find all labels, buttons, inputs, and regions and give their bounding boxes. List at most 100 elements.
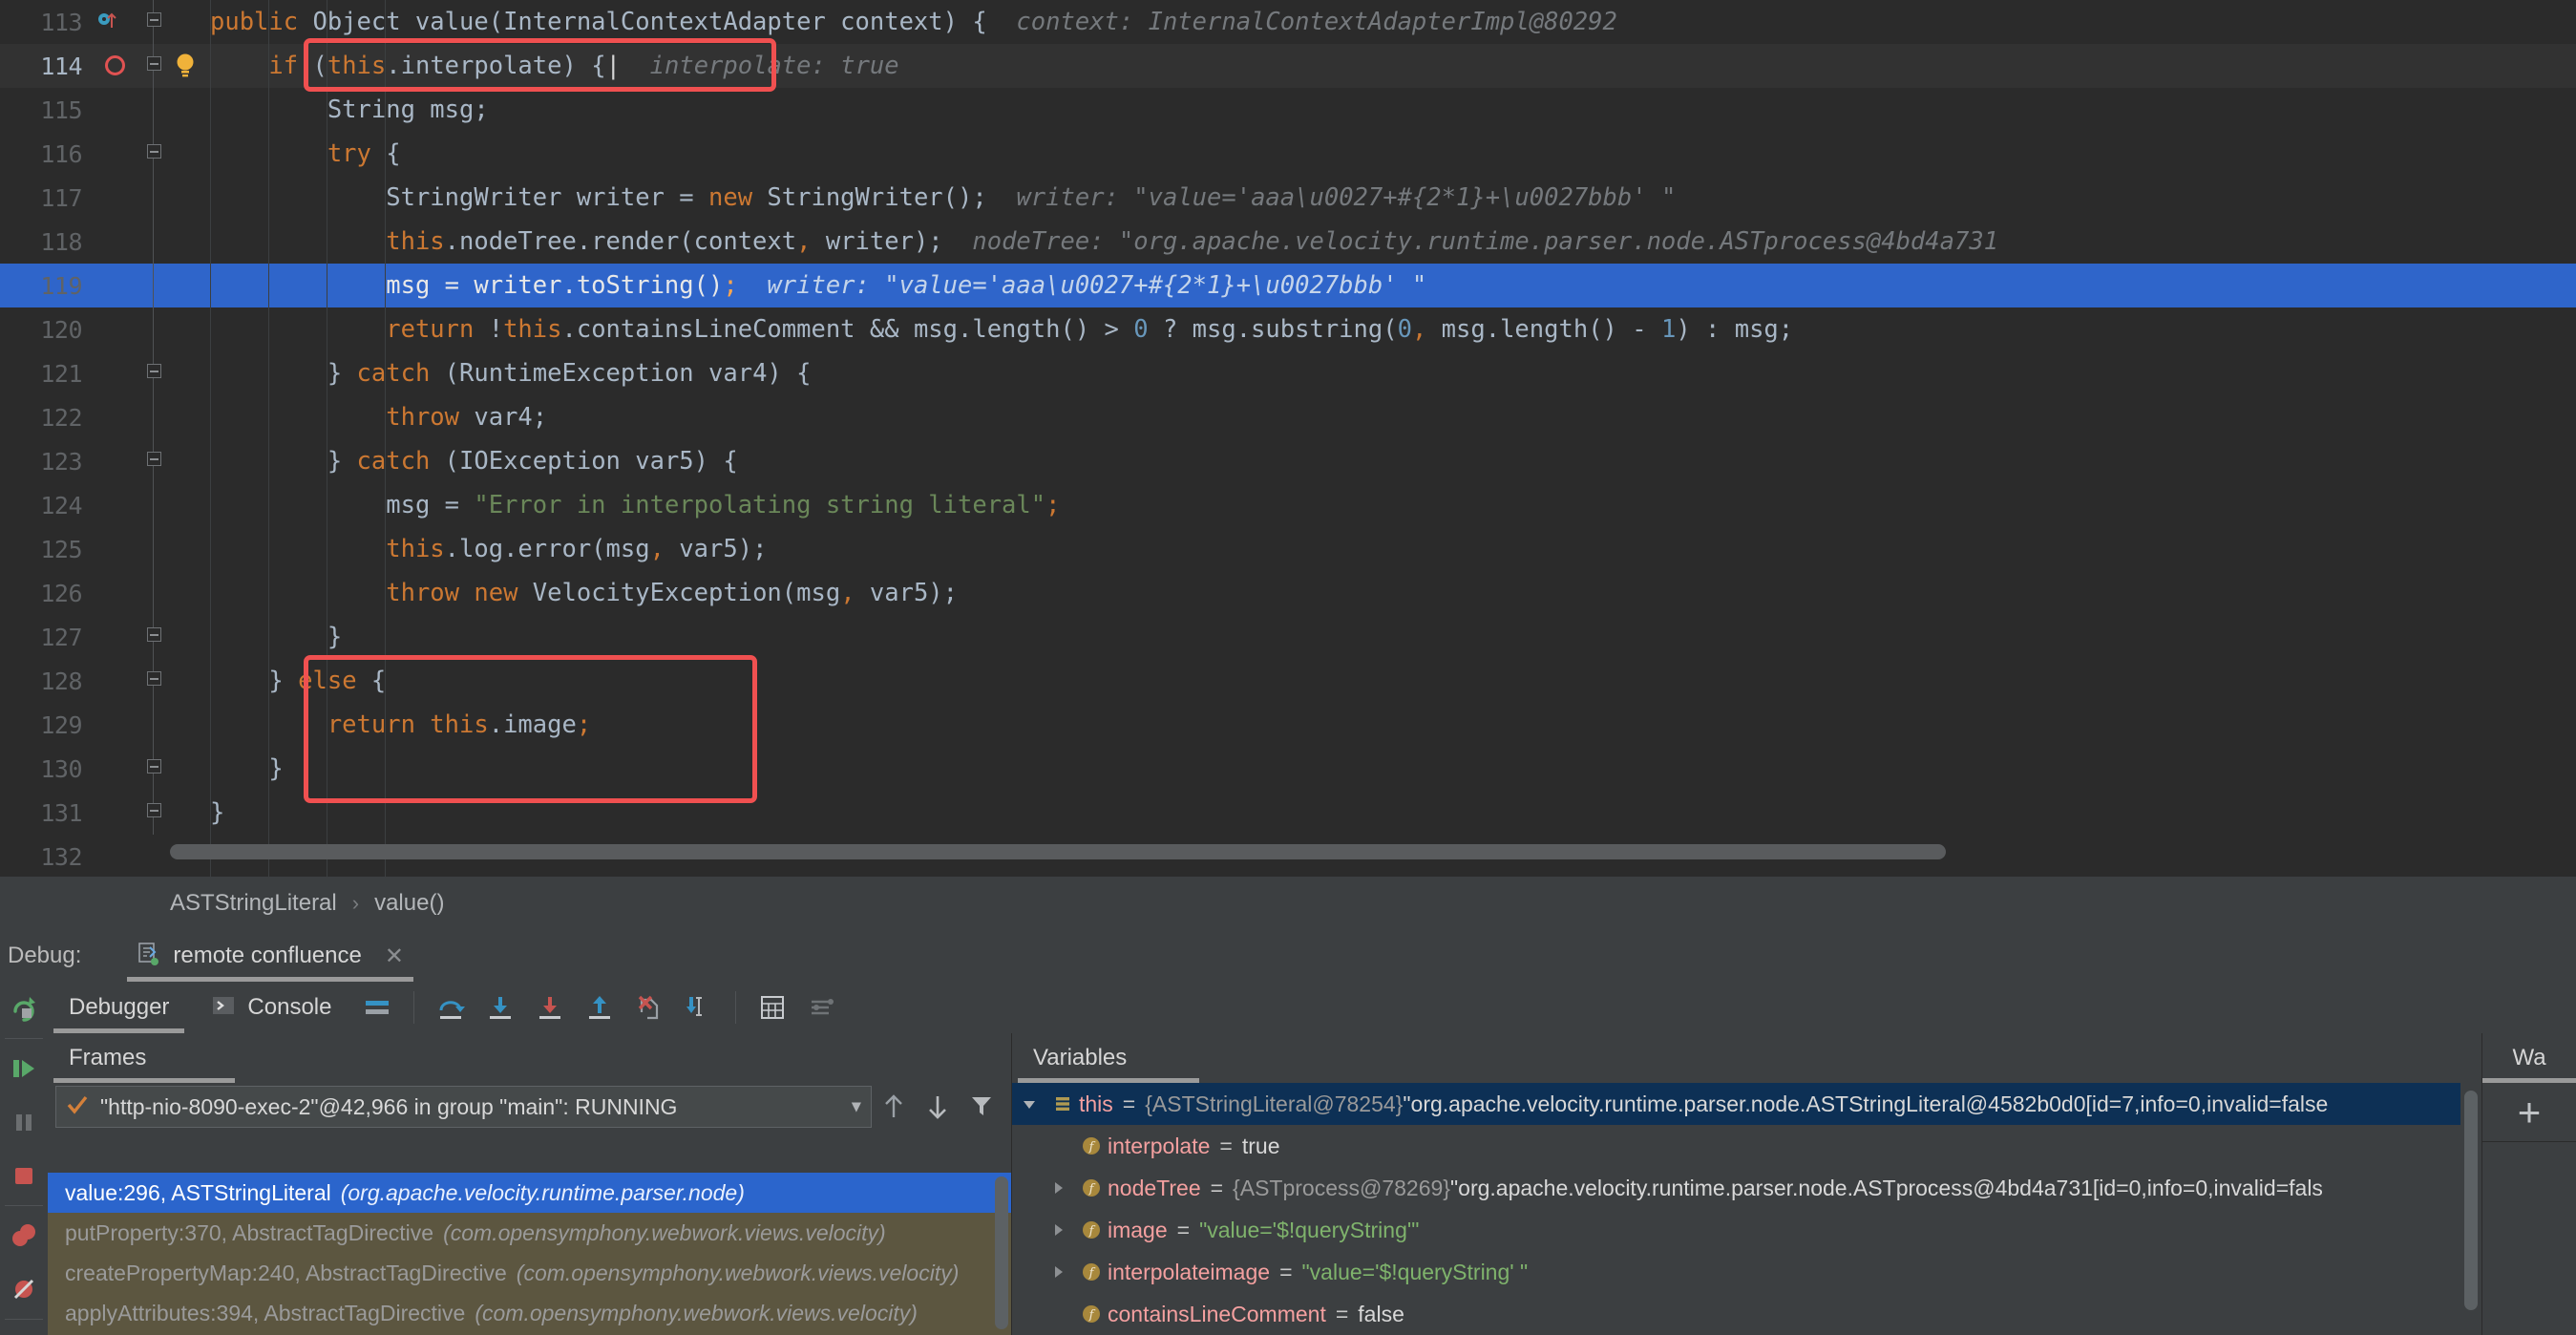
fold-column[interactable] [139, 88, 168, 132]
code-text[interactable]: this.log.error(msg, var5); [210, 535, 2576, 563]
intention-column[interactable] [168, 88, 210, 132]
intention-column[interactable] [168, 615, 210, 659]
fold-collapse-icon[interactable] [147, 671, 161, 686]
code-line[interactable]: 114 if (this.interpolate) {| interpolate… [0, 44, 2576, 88]
intention-column[interactable] [168, 132, 210, 176]
code-line[interactable]: 119 msg = writer.toString(); writer: "va… [0, 264, 2576, 307]
fold-collapse-icon[interactable] [147, 803, 161, 817]
tab-debugger[interactable]: Debugger [48, 982, 190, 1033]
intention-column[interactable] [168, 0, 210, 44]
frames-list[interactable]: value:296, ASTStringLiteral (org.apache.v… [48, 1173, 1011, 1335]
stop-program-button[interactable] [0, 1149, 48, 1202]
code-line[interactable]: 125 this.log.error(msg, var5); [0, 527, 2576, 571]
gutter-markers[interactable] [92, 439, 139, 483]
code-line[interactable]: 122 throw var4; [0, 395, 2576, 439]
gutter-markers[interactable] [92, 351, 139, 395]
code-text[interactable]: try { [210, 139, 2576, 168]
fold-column[interactable] [139, 483, 168, 527]
code-text[interactable]: } [210, 623, 2576, 651]
frame-up-button[interactable] [872, 1086, 916, 1128]
code-text[interactable]: String msg; [210, 95, 2576, 124]
intention-bulb-icon[interactable] [174, 53, 197, 77]
pause-program-button[interactable] [0, 1095, 48, 1149]
code-line[interactable]: 117 StringWriter writer = new StringWrit… [0, 176, 2576, 220]
code-line[interactable]: 128 } else { [0, 659, 2576, 703]
code-text[interactable]: } else { [210, 667, 2576, 695]
expand-arrow-closed-icon[interactable] [1041, 1179, 1075, 1197]
fold-column[interactable] [139, 132, 168, 176]
variable-row[interactable]: f interpolate = true [1012, 1125, 2460, 1167]
intention-column[interactable] [168, 747, 210, 791]
step-into-button[interactable] [475, 983, 525, 1032]
code-text[interactable]: } catch (RuntimeException var4) { [210, 359, 2576, 388]
mute-breakpoints-button[interactable] [0, 1262, 48, 1316]
fold-column[interactable] [139, 0, 168, 44]
code-line[interactable]: 116 try { [0, 132, 2576, 176]
code-text[interactable]: StringWriter writer = new StringWriter()… [210, 183, 2576, 212]
show-execution-point-button[interactable] [352, 983, 402, 1032]
expand-arrow-closed-icon[interactable] [1041, 1263, 1075, 1281]
fold-column[interactable] [139, 659, 168, 703]
fold-collapse-icon[interactable] [147, 144, 161, 159]
gutter-markers[interactable] [92, 264, 139, 307]
intention-column[interactable] [168, 659, 210, 703]
intention-column[interactable] [168, 791, 210, 835]
intention-column[interactable] [168, 571, 210, 615]
code-text[interactable]: throw new VelocityException(msg, var5); [210, 579, 2576, 607]
code-text[interactable]: return !this.containsLineComment && msg.… [210, 315, 2576, 344]
fold-column[interactable] [139, 835, 168, 877]
fold-column[interactable] [139, 791, 168, 835]
gutter-markers[interactable] [92, 483, 139, 527]
variable-row[interactable]: f nodeTree = {ASTprocess@78269} "org.apache… [1012, 1167, 2460, 1209]
gutter-markers[interactable] [92, 132, 139, 176]
variables-scroll-thumb[interactable] [2464, 1091, 2478, 1310]
gutter-markers[interactable] [92, 0, 139, 44]
breakpoint-icon[interactable] [105, 55, 125, 75]
variable-row[interactable]: f image = "value='$!queryString'" [1012, 1209, 2460, 1251]
code-text[interactable]: } [210, 754, 2576, 783]
fold-column[interactable] [139, 44, 168, 88]
fold-column[interactable] [139, 307, 168, 351]
gutter-markers[interactable] [92, 307, 139, 351]
frame-item[interactable]: putProperty:370, AbstractTagDirective (co… [48, 1213, 1011, 1253]
gutter-markers[interactable] [92, 527, 139, 571]
gutter-markers[interactable] [92, 703, 139, 747]
intention-column[interactable] [168, 395, 210, 439]
code-text[interactable]: msg = writer.toString(); writer: "value=… [210, 271, 2576, 300]
code-line[interactable]: 130 } [0, 747, 2576, 791]
intention-column[interactable] [168, 351, 210, 395]
debugger-toolbar[interactable]: Debugger Console [48, 982, 2576, 1033]
view-breakpoints-button[interactable] [0, 1209, 48, 1262]
variable-row[interactable]: this = {ASTStringLiteral@78254} "org.apach… [1012, 1083, 2460, 1125]
code-text[interactable]: throw var4; [210, 403, 2576, 432]
code-line[interactable]: 126 throw new VelocityException(msg, var… [0, 571, 2576, 615]
code-text[interactable]: } [210, 798, 2576, 827]
intention-column[interactable] [168, 220, 210, 264]
thread-dropdown[interactable]: "http-nio-8090-exec-2"@42,966 in group "… [55, 1086, 872, 1128]
frames-scrollbar[interactable] [995, 1176, 1008, 1335]
code-line[interactable]: 121 } catch (RuntimeException var4) { [0, 351, 2576, 395]
run-to-cursor-button[interactable] [674, 983, 724, 1032]
thread-selector-bar[interactable]: "http-nio-8090-exec-2"@42,966 in group "… [48, 1083, 1011, 1131]
drop-frame-button[interactable] [624, 983, 674, 1032]
settings-gear-icon[interactable] [0, 1323, 48, 1335]
code-line[interactable]: 127 } [0, 615, 2576, 659]
step-over-button[interactable] [426, 983, 475, 1032]
editor-horizontal-scrollbar[interactable] [170, 844, 2557, 859]
frame-down-button[interactable] [916, 1086, 960, 1128]
debug-session-tab[interactable]: remote confluence ✕ [123, 930, 417, 982]
expand-arrow-closed-icon[interactable] [1041, 1221, 1075, 1239]
fold-collapse-icon[interactable] [147, 12, 161, 27]
resume-program-button[interactable] [0, 1042, 48, 1095]
code-text[interactable]: return this.image; [210, 710, 2576, 739]
variables-scrollbar[interactable] [2464, 1091, 2478, 1335]
intention-column[interactable] [168, 483, 210, 527]
rerun-debugger-button[interactable] [0, 982, 48, 1035]
code-text[interactable]: if (this.interpolate) {| interpolate: tr… [210, 52, 2576, 80]
gutter-markers[interactable] [92, 571, 139, 615]
gutter-markers[interactable] [92, 835, 139, 877]
fold-column[interactable] [139, 747, 168, 791]
expand-arrow-open-icon[interactable] [1012, 1095, 1046, 1112]
code-text[interactable]: this.nodeTree.render(context, writer); n… [210, 227, 2576, 256]
fold-column[interactable] [139, 395, 168, 439]
